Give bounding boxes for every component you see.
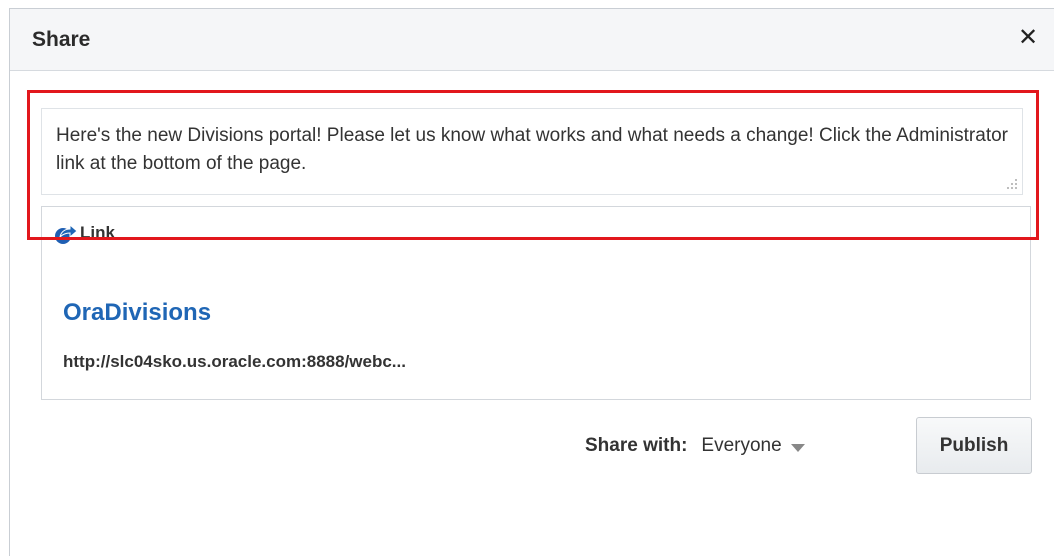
share-with-row: Share with: Everyone <box>585 435 805 457</box>
link-preview-card: Link OraDivisions http://slc04sko.us.ora… <box>41 206 1031 400</box>
publish-button[interactable]: Publish <box>916 417 1032 474</box>
share-with-label: Share with: <box>585 435 688 456</box>
share-with-selected[interactable]: Everyone <box>701 435 781 457</box>
message-textarea[interactable]: Here's the new Divisions portal! Please … <box>41 108 1023 195</box>
resize-grip-icon[interactable] <box>1004 176 1018 190</box>
link-title[interactable]: OraDivisions <box>63 299 211 327</box>
chevron-down-icon[interactable] <box>790 443 805 452</box>
share-link-icon <box>55 223 78 244</box>
link-url: http://slc04sko.us.oracle.com:8888/webc.… <box>63 352 406 371</box>
share-with-dropdown[interactable]: Everyone <box>701 435 805 457</box>
share-dialog: Share ✕ Here's the new Divisions portal!… <box>9 8 1054 556</box>
link-header: Link <box>54 221 115 245</box>
dialog-title: Share <box>32 28 91 51</box>
dialog-header: Share ✕ <box>10 9 1054 71</box>
close-icon[interactable]: ✕ <box>1016 26 1040 50</box>
message-text[interactable]: Here's the new Divisions portal! Please … <box>56 125 1008 174</box>
link-label: Link <box>80 223 115 242</box>
